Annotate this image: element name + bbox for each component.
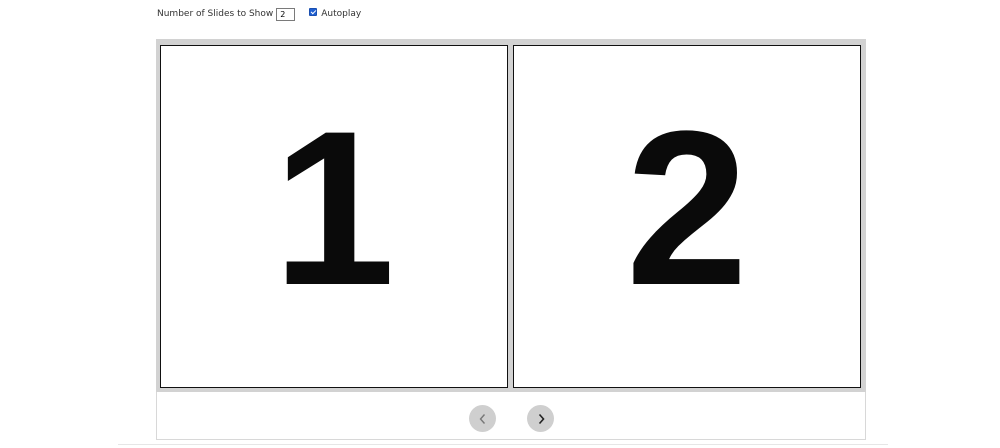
next-slide-button[interactable] (527, 405, 554, 432)
carousel: 1 2 (156, 39, 866, 393)
carousel-navigation (156, 392, 866, 440)
slides-to-show-label: Number of Slides to Show (157, 9, 274, 19)
slide-number: 1 (272, 84, 396, 331)
slides-to-show-input[interactable] (276, 7, 296, 21)
chevron-right-icon (538, 413, 545, 424)
carousel-controls: Number of Slides to Show Autoplay (157, 7, 361, 21)
previous-slide-button[interactable] (469, 405, 496, 432)
slide-2: 2 (513, 45, 861, 388)
slide-1: 1 (160, 45, 508, 388)
autoplay-toggle[interactable]: Autoplay (309, 8, 362, 19)
divider (118, 444, 888, 445)
chevron-left-icon (479, 413, 485, 424)
autoplay-label: Autoplay (321, 9, 362, 19)
autoplay-checkbox[interactable] (309, 8, 318, 16)
slide-number: 2 (625, 84, 749, 331)
